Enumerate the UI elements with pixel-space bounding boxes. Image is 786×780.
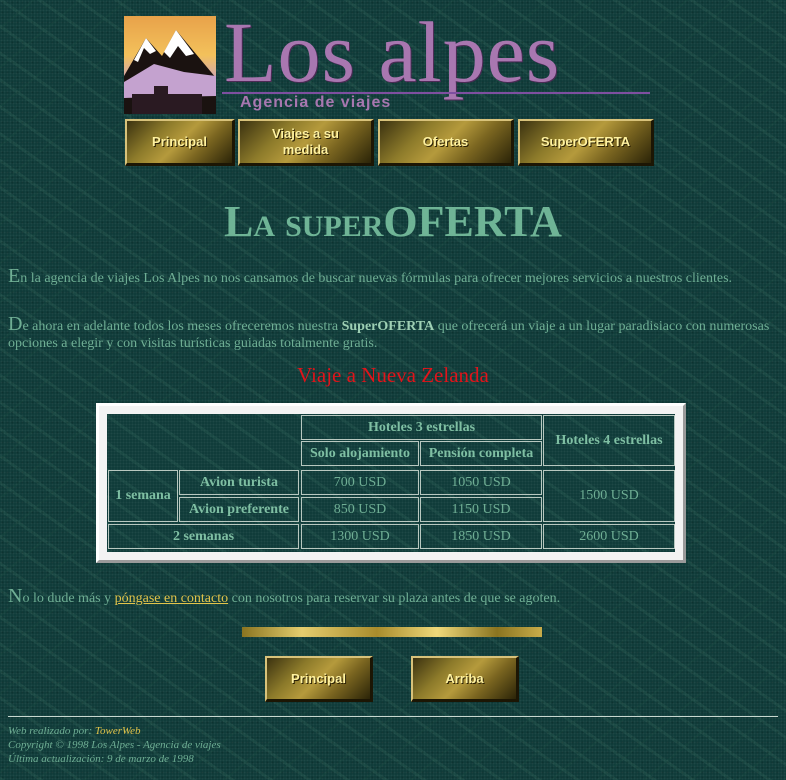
nav-superoferta-button[interactable]: SuperOFERTA [518, 119, 654, 166]
table-cell: 1850 USD [420, 524, 542, 549]
table-header-pension: Pensión completa [420, 441, 542, 466]
intro-p2-cap: D [8, 313, 23, 335]
footer-made-by-label: Web realizado por: [8, 725, 93, 737]
intro-p2-text-a: e ahora en adelante todos los meses ofre… [22, 319, 342, 334]
table-header-solo: Solo alojamiento [301, 441, 419, 466]
contact-text-b: con nosotros para reservar su plaza ante… [228, 591, 561, 606]
footer-made-by: Web realizado por: TowerWeb [8, 724, 408, 738]
destination-heading: Viaje a Nueva Zelanda [297, 363, 489, 387]
nav-ofertas-label: Ofertas [422, 134, 469, 149]
gold-divider [242, 627, 542, 637]
table-cell: 1050 USD [420, 470, 542, 495]
intro-p2-bold: SuperOFERTA [341, 319, 435, 334]
table-cell: 2600 USD [543, 524, 675, 549]
bottom-arriba-button[interactable]: Arriba [411, 656, 519, 702]
mountain-logo-icon [124, 30, 216, 114]
intro-paragraph-2: De ahora en adelante todos los meses ofr… [8, 313, 780, 352]
table-header-hoteles3: Hoteles 3 estrellas [301, 415, 542, 440]
contact-text-a: o lo dude más y [22, 591, 115, 606]
logo-image [124, 16, 216, 114]
site-subtitle: Agencia de viajes [240, 94, 392, 111]
page-title: LA SUPEROFERTA [0, 196, 786, 248]
bottom-principal-label: Principal [291, 670, 346, 686]
intro-paragraph-1: En la agencia de viajes Los Alpes no nos… [8, 265, 780, 287]
table-week1: 1 semana [108, 470, 178, 522]
table-cell: 700 USD [301, 470, 419, 495]
table-cell: 850 USD [301, 497, 419, 522]
page-title-oferta: OFERTA [383, 197, 562, 246]
footer-updated: Última actualización: 9 de marzo de 1998 [8, 753, 194, 765]
site-title: Los alpes [224, 4, 561, 100]
footer: Web realizado por: TowerWeb Copyright © … [8, 724, 408, 766]
table-turista: Avion turista [179, 470, 299, 495]
intro-p1-text: n la agencia de viajes Los Alpes no nos … [20, 271, 733, 286]
footer-towerweb-link[interactable]: TowerWeb [95, 725, 141, 737]
prices-table: Hoteles 3 estrellas Hoteles 4 estrellas … [96, 403, 686, 563]
nav-principal-button[interactable]: Principal [125, 119, 235, 166]
page-title-l: L [224, 197, 254, 246]
bottom-principal-button[interactable]: Principal [265, 656, 373, 702]
contact-cap: N [8, 585, 23, 607]
nav-principal-label: Principal [152, 134, 207, 149]
intro-p1-cap: E [8, 265, 21, 287]
contact-link[interactable]: póngase en contacto [115, 591, 229, 606]
page-title-super: SUPER [285, 210, 384, 243]
table-week2: 2 semanas [108, 524, 299, 549]
table-cell: 1150 USD [420, 497, 542, 522]
contact-paragraph: No lo dude más y póngase en contacto con… [8, 586, 780, 609]
nav-viajes-button[interactable]: Viajes a su medida [238, 119, 374, 166]
bottom-arriba-label: Arriba [445, 670, 484, 686]
page-title-a: A [253, 210, 276, 243]
nav-superoferta-label: SuperOFERTA [540, 134, 631, 149]
table-cell: 1500 USD [543, 470, 675, 522]
footer-copyright: Copyright © 1998 Los Alpes - Agencia de … [8, 739, 221, 751]
table-cell: 1300 USD [301, 524, 419, 549]
prices-table-body: Hoteles 3 estrellas Hoteles 4 estrellas … [107, 414, 675, 552]
table-preferente: Avion preferente [179, 497, 299, 522]
table-header-hoteles4: Hoteles 4 estrellas [543, 415, 675, 466]
nav-viajes-label: Viajes a su medida [272, 126, 339, 157]
nav-ofertas-button[interactable]: Ofertas [378, 119, 514, 166]
footer-divider [8, 716, 778, 717]
